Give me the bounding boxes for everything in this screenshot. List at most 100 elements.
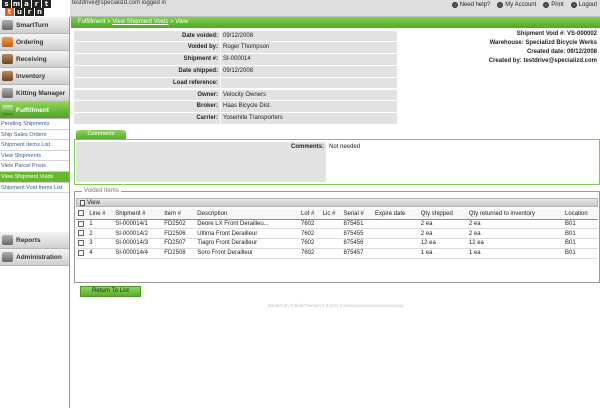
- sidebar-item-view-shipments[interactable]: View Shipments: [0, 151, 69, 162]
- column-header[interactable]: Lot #: [299, 209, 321, 220]
- table-cell: Deore LX Front Derailleu...: [195, 219, 299, 230]
- logout-link-label: Logout: [578, 2, 597, 8]
- logo-letter: r: [32, 0, 41, 8]
- smartturn-icon: [2, 20, 13, 30]
- sidebar-item-shipment-void-items-list[interactable]: Shipment Void Items List: [0, 183, 69, 194]
- field-label: Carrier:: [74, 113, 220, 124]
- fulfillment-icon: [2, 105, 13, 115]
- field-label: Shipment #:: [74, 54, 220, 65]
- row-checkbox[interactable]: [78, 250, 84, 256]
- nav-ordering[interactable]: Ordering: [0, 34, 69, 51]
- field-value: [221, 77, 397, 89]
- field-voided-by: Voided by: Roger Thompson: [74, 42, 397, 54]
- field-date-shipped: Date shipped: 09/12/2008: [74, 65, 397, 77]
- column-header[interactable]: Line #: [87, 209, 114, 220]
- nav-fulfillment-label: Fulfillment: [16, 106, 49, 114]
- breadcrumb-view-shipment-voids[interactable]: View Shipment Voids: [112, 19, 168, 25]
- footer-build-info: SmartTurn ® Build Version 1.4.2.51 (xxxx…: [267, 303, 404, 308]
- row-checkbox[interactable]: [78, 230, 84, 237]
- nav-inventory[interactable]: Inventory: [0, 68, 69, 85]
- nav-fulfillment[interactable]: Fulfillment: [0, 102, 69, 119]
- field-value: Haas Bicycle Dist.: [221, 101, 397, 112]
- table-cell: 1: [87, 219, 114, 230]
- return-to-list-button[interactable]: Return To List: [80, 286, 141, 297]
- table-cell: 7602: [299, 228, 321, 240]
- breadcrumb-fulfillment[interactable]: Fulfillment: [78, 19, 105, 25]
- table-cell: 3: [87, 238, 114, 249]
- field-load-reference: Load reference:: [74, 77, 397, 89]
- tab-comments[interactable]: Comments: [76, 130, 126, 139]
- select-all-checkbox[interactable]: [78, 210, 84, 217]
- field-label: Date voided:: [74, 30, 220, 42]
- table-cell: 2 ea: [418, 219, 467, 230]
- my-account-link-label: My Account: [505, 2, 537, 8]
- view-toolbar: View: [76, 198, 598, 207]
- column-header[interactable]: Expire date: [373, 209, 419, 220]
- table-cell: [320, 238, 342, 249]
- nav-smartturn-label: SmartTurn: [16, 21, 49, 29]
- sidebar-item-view-parcel-posts[interactable]: View Parcel Posts: [0, 161, 69, 172]
- view-button[interactable]: View: [87, 199, 100, 207]
- nav-smartturn[interactable]: SmartTurn: [0, 17, 69, 34]
- table-cell: Soro Front Derailleur: [195, 248, 299, 259]
- row-select-cell[interactable]: [76, 228, 88, 240]
- row-checkbox[interactable]: [78, 240, 84, 247]
- top-bar: s m a r t t u r n testdrive@specializd.c…: [0, 0, 600, 17]
- column-header[interactable]: Shipment #: [113, 209, 163, 220]
- nav-kitting-manager[interactable]: Kitting Manager: [0, 85, 69, 102]
- nav-administration[interactable]: Administration: [0, 249, 69, 266]
- row-select-cell[interactable]: [76, 248, 88, 259]
- logo-letter: t: [42, 0, 51, 8]
- field-label: Load reference:: [74, 77, 220, 89]
- logo-row-top: s m a r t: [2, 0, 52, 8]
- table-cell: SI-000014/2: [113, 228, 163, 240]
- logout-link[interactable]: Logout: [570, 2, 597, 8]
- table-cell: Ultima Front Derailleur: [195, 228, 299, 240]
- sidebar-item-view-shipment-voids[interactable]: View Shipment Voids: [0, 171, 69, 183]
- column-header[interactable]: Qty shipped: [418, 209, 467, 220]
- table-row[interactable]: 4 SI-000014/4 FD2508 Soro Front Deraille…: [76, 248, 598, 259]
- field-value: 09/12/2008: [221, 30, 397, 42]
- smartturn-logo[interactable]: s m a r t t u r n: [0, 0, 70, 17]
- help-link[interactable]: Need help?: [451, 2, 490, 8]
- sidebar-item-pending-shipments[interactable]: Pending Shipments: [0, 119, 69, 130]
- table-cell: [373, 238, 419, 249]
- print-link[interactable]: Print: [543, 2, 564, 8]
- table-cell: [373, 228, 419, 240]
- sidebar-item-shipment-items-list[interactable]: Shipment Items List: [0, 140, 69, 151]
- table-row[interactable]: 2 SI-000014/2 FD2506 Ultima Front Derail…: [76, 228, 598, 240]
- nav-ordering-label: Ordering: [16, 38, 44, 46]
- logo-letter: n: [35, 8, 44, 16]
- column-header[interactable]: Qty returned to inventory: [466, 209, 564, 220]
- shipment-void-number: Shipment Void #: VS-000002: [516, 31, 597, 37]
- sidebar-item-ship-sales-orders[interactable]: Ship Sales Orders: [0, 130, 69, 141]
- table-cell: [373, 248, 419, 259]
- nav-reports[interactable]: Reports: [0, 232, 69, 249]
- column-header[interactable]: Location: [563, 209, 598, 220]
- column-header[interactable]: Lic #: [320, 209, 342, 220]
- voided-items-section: Voided Items View Line # Shipment # Item…: [74, 188, 600, 283]
- table-cell: SI-000014/3: [113, 238, 163, 249]
- table-cell: 12 ea: [466, 238, 564, 249]
- administration-icon: [2, 252, 13, 262]
- table-row[interactable]: 3 SI-000014/3 FD2507 Tiagro Front Derail…: [76, 238, 598, 249]
- row-select-cell[interactable]: [76, 219, 88, 230]
- column-header[interactable]: Serial #: [341, 209, 374, 220]
- field-value: Roger Thompson: [221, 42, 397, 53]
- row-checkbox[interactable]: [78, 220, 84, 227]
- row-select-cell[interactable]: [76, 238, 88, 249]
- receiving-icon: [2, 54, 13, 64]
- table-cell: SI-000014/4: [113, 248, 163, 259]
- table-cell: 7602: [299, 219, 321, 230]
- column-header[interactable]: Description: [195, 209, 299, 220]
- table-row[interactable]: 1 SI-000014/1 FD2502 Deore LX Front Dera…: [76, 219, 598, 230]
- field-value: Velocity Owners: [221, 89, 397, 101]
- nav-receiving[interactable]: Receiving: [0, 51, 69, 68]
- reports-icon: [2, 235, 13, 245]
- my-account-link[interactable]: My Account: [497, 2, 536, 8]
- logo-letter: r: [25, 8, 34, 16]
- created-date-info: Created date: 09/12/2008: [526, 49, 597, 55]
- logged-in-user: testdrive@specializd.com logged in: [72, 0, 167, 6]
- select-all-header[interactable]: [76, 209, 88, 220]
- column-header[interactable]: Item #: [162, 209, 196, 220]
